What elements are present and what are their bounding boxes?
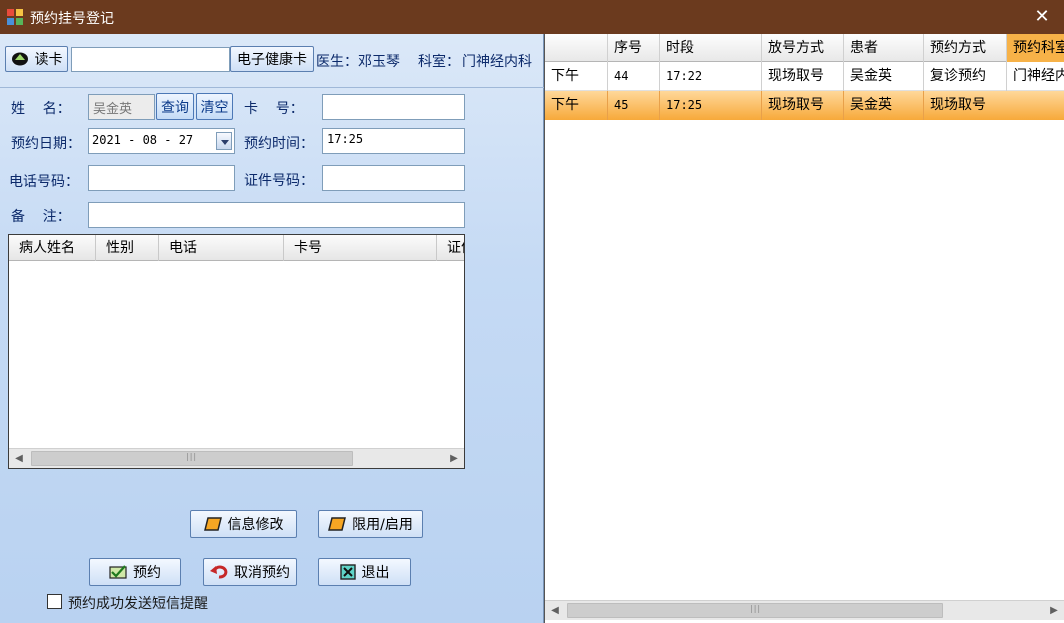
- cancel-booking-label: 取消预约: [234, 565, 290, 581]
- doctor-name: 邓玉琴: [358, 54, 400, 70]
- seq-cell: 45: [608, 91, 660, 120]
- card-reader-icon: [11, 52, 28, 66]
- scroll-right-icon[interactable]: ▶: [1044, 601, 1064, 620]
- column-header[interactable]: 预约方式: [924, 34, 1007, 62]
- id-field[interactable]: [322, 165, 465, 191]
- edit-info-label: 信息修改: [227, 517, 284, 533]
- health-card-button[interactable]: 电子健康卡: [230, 46, 314, 72]
- patient-grid[interactable]: 病人姓名 性别 电话 卡号 证件 ◀ ||| ▶: [8, 234, 465, 469]
- eraser-icon: [203, 517, 222, 531]
- appointment-grid-header: 序号 时段 放号方式 患者 预约方式 预约科室: [545, 34, 1064, 62]
- patient-cell: 吴金英: [844, 91, 924, 120]
- dept-label: 科室：: [418, 54, 460, 70]
- time-label: 预约时间：: [244, 136, 314, 152]
- column-header[interactable]: 时段: [660, 34, 762, 62]
- window-title: 预约挂号登记: [30, 11, 114, 27]
- date-picker[interactable]: 2021 - 08 - 27: [88, 128, 235, 154]
- time-cell: 17:22: [660, 62, 762, 91]
- app-icon: [7, 9, 23, 25]
- table-row-selected[interactable]: 下午 45 17:25 现场取号 吴金英 现场取号: [545, 91, 1064, 120]
- grip-icon: |||: [750, 604, 762, 613]
- eraser-icon: [328, 517, 347, 531]
- appointment-grid[interactable]: 序号 时段 放号方式 患者 预约方式 预约科室 下午 44 17:22 现场取号…: [544, 34, 1064, 623]
- exit-button[interactable]: 退出: [318, 558, 411, 586]
- column-header[interactable]: 预约科室: [1007, 34, 1064, 62]
- title-bar: 预约挂号登记 ✕: [0, 0, 1064, 34]
- horizontal-scrollbar[interactable]: ◀ ||| ▶: [9, 448, 464, 468]
- date-value: 2021 - 08 - 27: [92, 133, 194, 147]
- period-cell: 下午: [545, 62, 608, 91]
- seq-cell: 44: [608, 62, 660, 91]
- column-header[interactable]: 放号方式: [762, 34, 844, 62]
- edit-info-button[interactable]: 信息修改: [190, 510, 297, 538]
- date-label: 预约日期：: [11, 136, 81, 152]
- sms-checkbox-label: 预约成功发送短信提醒: [68, 596, 208, 612]
- release-cell: 现场取号: [762, 91, 844, 120]
- table-row[interactable]: 下午 44 17:22 现场取号 吴金英 复诊预约 门神经内科: [545, 62, 1064, 91]
- chevron-down-icon[interactable]: [216, 132, 232, 150]
- scroll-left-icon[interactable]: ◀: [545, 601, 565, 620]
- column-header[interactable]: [545, 34, 608, 62]
- toggle-limit-button[interactable]: 限用/启用: [318, 510, 423, 538]
- card-input[interactable]: [71, 47, 230, 72]
- remark-field[interactable]: [88, 202, 465, 228]
- time-cell: 17:25: [660, 91, 762, 120]
- column-header[interactable]: 序号: [608, 34, 660, 62]
- dept-name: 门神经内科: [462, 54, 532, 70]
- clear-button[interactable]: 清空: [196, 93, 233, 120]
- sms-checkbox[interactable]: [47, 594, 62, 609]
- card-no-label: 卡 号：: [244, 101, 304, 117]
- patient-grid-header: 病人姓名 性别 电话 卡号 证件: [9, 235, 464, 261]
- grip-icon: |||: [186, 452, 198, 461]
- column-header[interactable]: 患者: [844, 34, 924, 62]
- close-box-icon: [339, 564, 356, 580]
- book-button[interactable]: 预约: [89, 558, 181, 586]
- name-field[interactable]: 吴金英: [88, 94, 155, 120]
- period-cell: 下午: [545, 91, 608, 120]
- read-card-label: 读卡: [34, 52, 63, 68]
- close-button[interactable]: ✕: [1020, 0, 1064, 34]
- column-header[interactable]: 电话: [159, 235, 284, 261]
- column-header[interactable]: 病人姓名: [9, 235, 96, 261]
- method-cell: 现场取号: [930, 97, 986, 113]
- undo-icon: [210, 565, 228, 579]
- dept-cell: 门神经内科: [1013, 68, 1064, 84]
- health-card-label: 电子健康卡: [237, 52, 307, 68]
- cancel-booking-button[interactable]: 取消预约: [203, 558, 297, 586]
- name-label: 姓 名：: [11, 101, 71, 117]
- phone-label: 电话号码：: [9, 174, 79, 190]
- envelope-check-icon: [109, 565, 127, 579]
- time-field[interactable]: 17:25: [322, 128, 465, 154]
- query-button[interactable]: 查询: [156, 93, 194, 120]
- column-header[interactable]: 证件: [437, 235, 464, 261]
- registration-panel: 读卡 电子健康卡 医生： 邓玉琴 科室： 门神经内科 姓 名： 吴金英 查询 清…: [0, 34, 544, 623]
- toggle-limit-label: 限用/启用: [352, 517, 413, 533]
- horizontal-scrollbar[interactable]: ◀ ||| ▶: [545, 600, 1064, 620]
- dept-cell: [1007, 91, 1064, 120]
- card-no-field[interactable]: [322, 94, 465, 120]
- method-cell: 复诊预约: [924, 62, 1007, 91]
- book-label: 预约: [133, 565, 161, 581]
- column-header[interactable]: 卡号: [284, 235, 437, 261]
- patient-cell: 吴金英: [844, 62, 924, 91]
- remark-label: 备 注：: [11, 209, 71, 225]
- exit-label: 退出: [361, 565, 390, 581]
- release-cell: 现场取号: [762, 62, 844, 91]
- doctor-label: 医生：: [316, 54, 358, 70]
- read-card-button[interactable]: 读卡: [5, 46, 68, 72]
- scroll-right-icon[interactable]: ▶: [444, 449, 464, 468]
- scroll-left-icon[interactable]: ◀: [9, 449, 29, 468]
- id-label: 证件号码：: [244, 173, 314, 189]
- column-header[interactable]: 性别: [96, 235, 159, 261]
- phone-field[interactable]: [88, 165, 235, 191]
